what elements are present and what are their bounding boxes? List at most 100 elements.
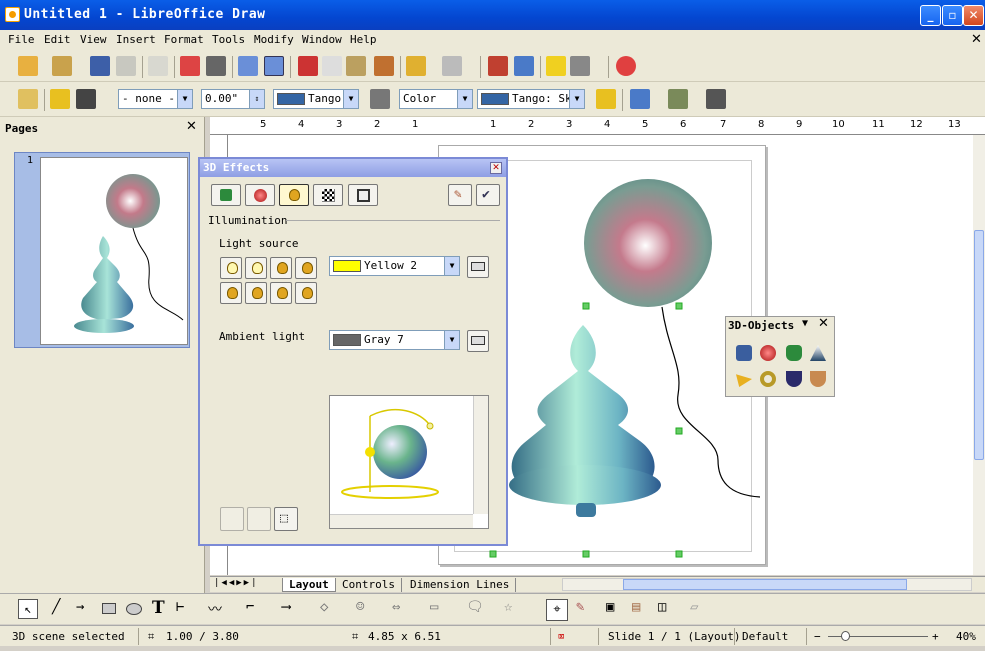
fontwork-icon[interactable]: ▣	[606, 599, 614, 615]
preview-hscroll[interactable]	[330, 514, 473, 528]
close-window-button[interactable]: ✕	[963, 5, 984, 26]
callouts-icon[interactable]: 🗨	[466, 599, 484, 615]
half-sphere-icon[interactable]	[810, 371, 826, 387]
styles-icon[interactable]	[18, 89, 38, 109]
export-pdf-icon[interactable]	[180, 56, 200, 76]
copy-icon[interactable]	[322, 56, 342, 76]
open-icon[interactable]	[52, 56, 72, 76]
email-icon[interactable]	[116, 56, 136, 76]
textures-tab-button[interactable]	[313, 184, 343, 206]
menu-tools[interactable]: Tools	[212, 33, 245, 46]
line-color-select[interactable]: Tango ▼	[273, 89, 359, 109]
zoom-in-button[interactable]: +	[932, 630, 939, 643]
apply-button[interactable]: ✔	[476, 184, 500, 206]
chart-icon[interactable]	[488, 56, 508, 76]
close-document-icon[interactable]: ✕	[971, 32, 982, 47]
app-icon[interactable]	[5, 7, 20, 22]
cylinder-icon[interactable]	[786, 345, 802, 361]
redo-icon[interactable]	[442, 56, 462, 76]
vertical-scrollbar[interactable]	[973, 135, 985, 575]
select-arrow-icon[interactable]: ↖	[18, 599, 38, 619]
connector-tool-icon[interactable]: ⌐	[246, 599, 254, 615]
pyramid-icon[interactable]	[736, 374, 752, 387]
ambient-color-select[interactable]: Gray 7 ▼	[329, 330, 460, 350]
stars-icon[interactable]: ☆	[504, 599, 512, 615]
horizontal-ruler[interactable]: 5 4 3 2 1 1 2 3 4 5 6 7 8 9 10 11 12 13	[210, 117, 985, 135]
dimension-tool-icon[interactable]: ⊢	[176, 599, 184, 615]
line-icon[interactable]	[50, 89, 70, 109]
rotate-icon[interactable]	[630, 89, 650, 109]
light-source-2-button[interactable]	[245, 257, 267, 279]
shadow-icon[interactable]	[596, 89, 616, 109]
tab-dimension-lines[interactable]: Dimension Lines	[404, 578, 517, 592]
tab-controls[interactable]: Controls	[336, 578, 402, 592]
cube-icon[interactable]	[736, 345, 752, 361]
curve-tool-icon[interactable]: 〰	[208, 599, 222, 619]
close-panel-icon[interactable]: ✕	[186, 119, 197, 134]
menu-help[interactable]: Help	[350, 33, 377, 46]
close-dialog-icon[interactable]: ✕	[490, 162, 502, 174]
h-scroll-thumb[interactable]	[623, 579, 907, 590]
points-icon[interactable]: ⌖	[546, 599, 568, 621]
light-source-4-button[interactable]	[295, 257, 317, 279]
line-width-field[interactable]: 0.00" ⇕	[201, 89, 265, 109]
rectangle-tool-icon[interactable]	[102, 603, 116, 614]
tab-layout[interactable]: Layout	[282, 578, 336, 592]
undo-icon[interactable]	[406, 56, 426, 76]
basic-shapes-icon[interactable]: ◇	[320, 599, 328, 615]
new-icon[interactable]	[18, 56, 38, 76]
preview-vscroll[interactable]	[473, 396, 488, 514]
menu-insert[interactable]: Insert	[116, 33, 156, 46]
light-source-5-button[interactable]	[220, 282, 242, 304]
line-style-select[interactable]: - none - ▼	[118, 89, 193, 109]
arrow-tool-icon[interactable]: →	[76, 599, 84, 615]
scroll-thumb[interactable]	[974, 230, 984, 460]
shell-icon[interactable]	[786, 371, 802, 387]
cone-icon[interactable]	[810, 345, 826, 361]
ellipse-tool-icon[interactable]	[126, 603, 142, 615]
image-icon[interactable]: ▤	[632, 599, 640, 615]
minimize-button[interactable]: _	[920, 5, 941, 26]
light-source-6-button[interactable]	[245, 282, 267, 304]
autospell-icon[interactable]	[264, 56, 284, 76]
block-arrows-icon[interactable]: ⇔	[392, 599, 400, 615]
line-tool-icon[interactable]: ╱	[52, 599, 60, 615]
material-tab-button[interactable]	[348, 184, 378, 206]
chevron-down-icon[interactable]: ▼	[802, 318, 808, 329]
maximize-button[interactable]: ▫	[942, 5, 963, 26]
page-thumbnail[interactable]: 1	[14, 152, 190, 348]
spellcheck-icon[interactable]	[238, 56, 258, 76]
area-style-select[interactable]: Color ▼	[399, 89, 473, 109]
document-modified-icon[interactable]: ⌧	[558, 630, 565, 643]
lines-arrows-icon[interactable]: ⟶	[282, 599, 290, 615]
status-zoom[interactable]: 40%	[956, 630, 976, 643]
arrange-icon[interactable]	[706, 89, 726, 109]
light-source-7-button[interactable]	[270, 282, 292, 304]
save-icon[interactable]	[90, 56, 110, 76]
gallery-icon[interactable]	[546, 56, 566, 76]
symbol-shapes-icon[interactable]: ☺	[356, 599, 364, 615]
3d-tree-foot[interactable]	[576, 503, 596, 517]
perspective-onoff-button[interactable]: ⬚	[274, 507, 298, 531]
close-toolbar-icon[interactable]: ✕	[818, 316, 829, 331]
tab-nav-arrows-icon[interactable]: |◀◀▶▶|	[214, 578, 259, 588]
light-source-3-button[interactable]	[270, 257, 292, 279]
convert-3d-button[interactable]	[220, 507, 244, 531]
paste-icon[interactable]	[346, 56, 366, 76]
area-icon[interactable]	[370, 89, 390, 109]
navigator-icon[interactable]	[514, 56, 534, 76]
arrow-style-icon[interactable]	[76, 89, 96, 109]
extrusion-icon[interactable]: ◫	[658, 599, 666, 615]
flowchart-icon[interactable]: ▭	[430, 599, 438, 615]
menu-view[interactable]: View	[80, 33, 107, 46]
light-color-select[interactable]: Yellow 2 ▼	[329, 256, 460, 276]
text-tool-icon[interactable]: T	[152, 598, 165, 618]
toggle-extrusion-icon[interactable]: ▱	[690, 599, 698, 615]
help-icon[interactable]	[616, 56, 636, 76]
zoom-icon[interactable]	[570, 56, 590, 76]
horizontal-scrollbar[interactable]	[562, 578, 972, 591]
glue-points-icon[interactable]: ✎	[576, 599, 584, 615]
assign-button[interactable]: ✎	[448, 184, 472, 206]
edit-file-icon[interactable]	[148, 56, 168, 76]
zoom-out-button[interactable]: −	[814, 630, 821, 643]
